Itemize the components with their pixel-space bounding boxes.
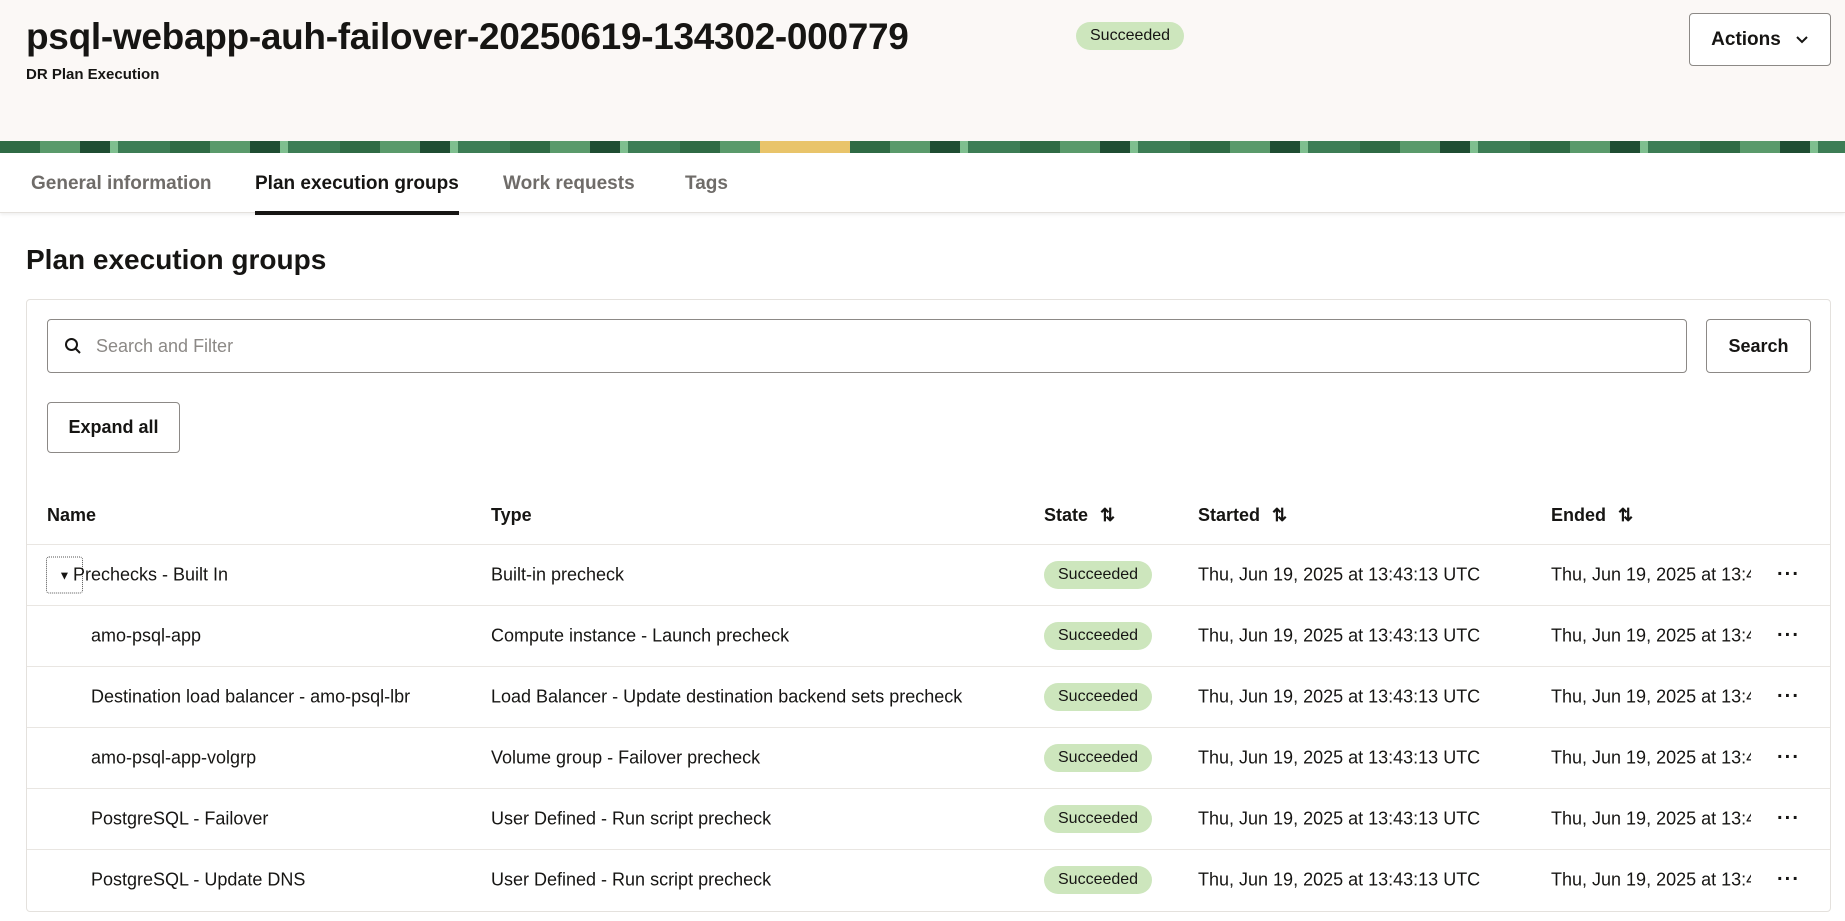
cell-name: amo-psql-app — [91, 625, 202, 646]
table-row: PostgreSQL - Failover User Defined - Run… — [27, 788, 1830, 849]
page-title: psql-webapp-auh-failover-20250619-134302… — [26, 16, 909, 57]
table-row: amo-psql-app-volgrp Volume group - Failo… — [27, 727, 1830, 788]
cell-type: User Defined - Run script precheck — [491, 869, 772, 890]
cell-name: PostgreSQL - Failover — [91, 808, 269, 829]
header-banner — [0, 141, 1845, 153]
tab-tags[interactable]: Tags — [685, 173, 728, 215]
cell-name: Prechecks - Built In — [73, 564, 229, 585]
search-button[interactable]: Search — [1706, 319, 1811, 373]
cell-started: Thu, Jun 19, 2025 at 13:43:13 UTC — [1198, 869, 1481, 890]
plan-execution-groups-card: Search Expand all Name Type State ⇅ Start… — [26, 299, 1831, 912]
row-actions-menu-icon[interactable]: ··· — [1777, 625, 1800, 648]
state-badge: Succeeded — [1044, 622, 1153, 650]
cell-ended: Thu, Jun 19, 2025 at 13:43:13 UTC — [1551, 686, 1751, 707]
cell-started: Thu, Jun 19, 2025 at 13:43:13 UTC — [1198, 625, 1481, 646]
page-header: psql-webapp-auh-failover-20250619-134302… — [0, 0, 1845, 141]
tab-bar: General information Plan execution group… — [0, 153, 1845, 215]
row-actions-menu-icon[interactable]: ··· — [1777, 564, 1800, 587]
table-row: PostgreSQL - Update DNS User Defined - R… — [27, 849, 1830, 910]
search-input[interactable] — [96, 335, 1686, 357]
expand-all-button[interactable]: Expand all — [47, 402, 180, 453]
state-badge: Succeeded — [1044, 744, 1153, 772]
actions-button[interactable]: Actions — [1689, 13, 1831, 66]
cell-type: Compute instance - Launch precheck — [491, 625, 790, 646]
column-header-state[interactable]: State ⇅ — [1044, 505, 1115, 526]
search-icon — [65, 338, 81, 354]
row-actions-menu-icon[interactable]: ··· — [1777, 747, 1800, 770]
cell-type: Volume group - Failover precheck — [491, 747, 761, 768]
state-badge: Succeeded — [1044, 805, 1153, 833]
cell-name: amo-psql-app-volgrp — [91, 747, 257, 768]
column-label: Type — [491, 505, 532, 525]
cell-ended: Thu, Jun 19, 2025 at 13:43:13 UTC — [1551, 808, 1751, 829]
sort-icon[interactable]: ⇅ — [1272, 505, 1287, 526]
state-badge: Succeeded — [1044, 561, 1153, 589]
cell-started: Thu, Jun 19, 2025 at 13:43:13 UTC — [1198, 747, 1481, 768]
cell-started: Thu, Jun 19, 2025 at 13:43:13 UTC — [1198, 564, 1481, 585]
cell-name: Destination load balancer - amo-psql-lbr — [91, 686, 411, 707]
cell-type: Built-in precheck — [491, 564, 625, 585]
column-header-type: Type — [491, 505, 532, 526]
column-label: Ended — [1551, 505, 1607, 525]
column-label: State — [1044, 505, 1089, 525]
tab-work-requests[interactable]: Work requests — [503, 173, 635, 215]
table-row: Destination load balancer - amo-psql-lbr… — [27, 666, 1830, 727]
cell-ended: Thu, Jun 19, 2025 at 13:43:13 UTC — [1551, 747, 1751, 768]
cell-name: PostgreSQL - Update DNS — [91, 869, 306, 890]
row-actions-menu-icon[interactable]: ··· — [1777, 869, 1800, 892]
cell-ended: Thu, Jun 19, 2025 at 13:43:13 UTC — [1551, 625, 1751, 646]
tab-plan-execution-groups[interactable]: Plan execution groups — [255, 173, 459, 215]
column-label: Name — [47, 505, 97, 525]
sort-icon[interactable]: ⇅ — [1618, 505, 1633, 526]
table-row: amo-psql-app Compute instance - Launch p… — [27, 605, 1830, 666]
column-header-ended[interactable]: Ended ⇅ — [1551, 505, 1633, 526]
state-badge: Succeeded — [1044, 866, 1153, 894]
page-subtitle: DR Plan Execution — [26, 66, 160, 83]
row-actions-menu-icon[interactable]: ··· — [1777, 686, 1800, 709]
column-label: Started — [1198, 505, 1261, 525]
search-field[interactable] — [47, 319, 1687, 373]
status-badge: Succeeded — [1076, 22, 1185, 50]
caret-down-icon: ▼ — [58, 568, 71, 582]
column-header-name: Name — [47, 505, 96, 526]
row-actions-menu-icon[interactable]: ··· — [1777, 808, 1800, 831]
cell-type: Load Balancer - Update destination backe… — [491, 686, 963, 707]
actions-label: Actions — [1711, 28, 1781, 50]
cell-ended: Thu, Jun 19, 2025 at 13:43:13 UTC — [1551, 564, 1751, 585]
state-badge: Succeeded — [1044, 683, 1153, 711]
cell-type: User Defined - Run script precheck — [491, 808, 772, 829]
column-header-started[interactable]: Started ⇅ — [1198, 505, 1287, 526]
tab-general-information[interactable]: General information — [31, 173, 212, 215]
cell-started: Thu, Jun 19, 2025 at 13:43:13 UTC — [1198, 808, 1481, 829]
chevron-down-icon — [1796, 35, 1808, 43]
cell-ended: Thu, Jun 19, 2025 at 13:43:13 UTC — [1551, 869, 1751, 890]
sort-icon[interactable]: ⇅ — [1100, 505, 1115, 526]
cell-started: Thu, Jun 19, 2025 at 13:43:13 UTC — [1198, 686, 1481, 707]
section-title: Plan execution groups — [26, 244, 327, 275]
table-row: ▼ Prechecks - Built In Built-in precheck … — [27, 544, 1830, 605]
